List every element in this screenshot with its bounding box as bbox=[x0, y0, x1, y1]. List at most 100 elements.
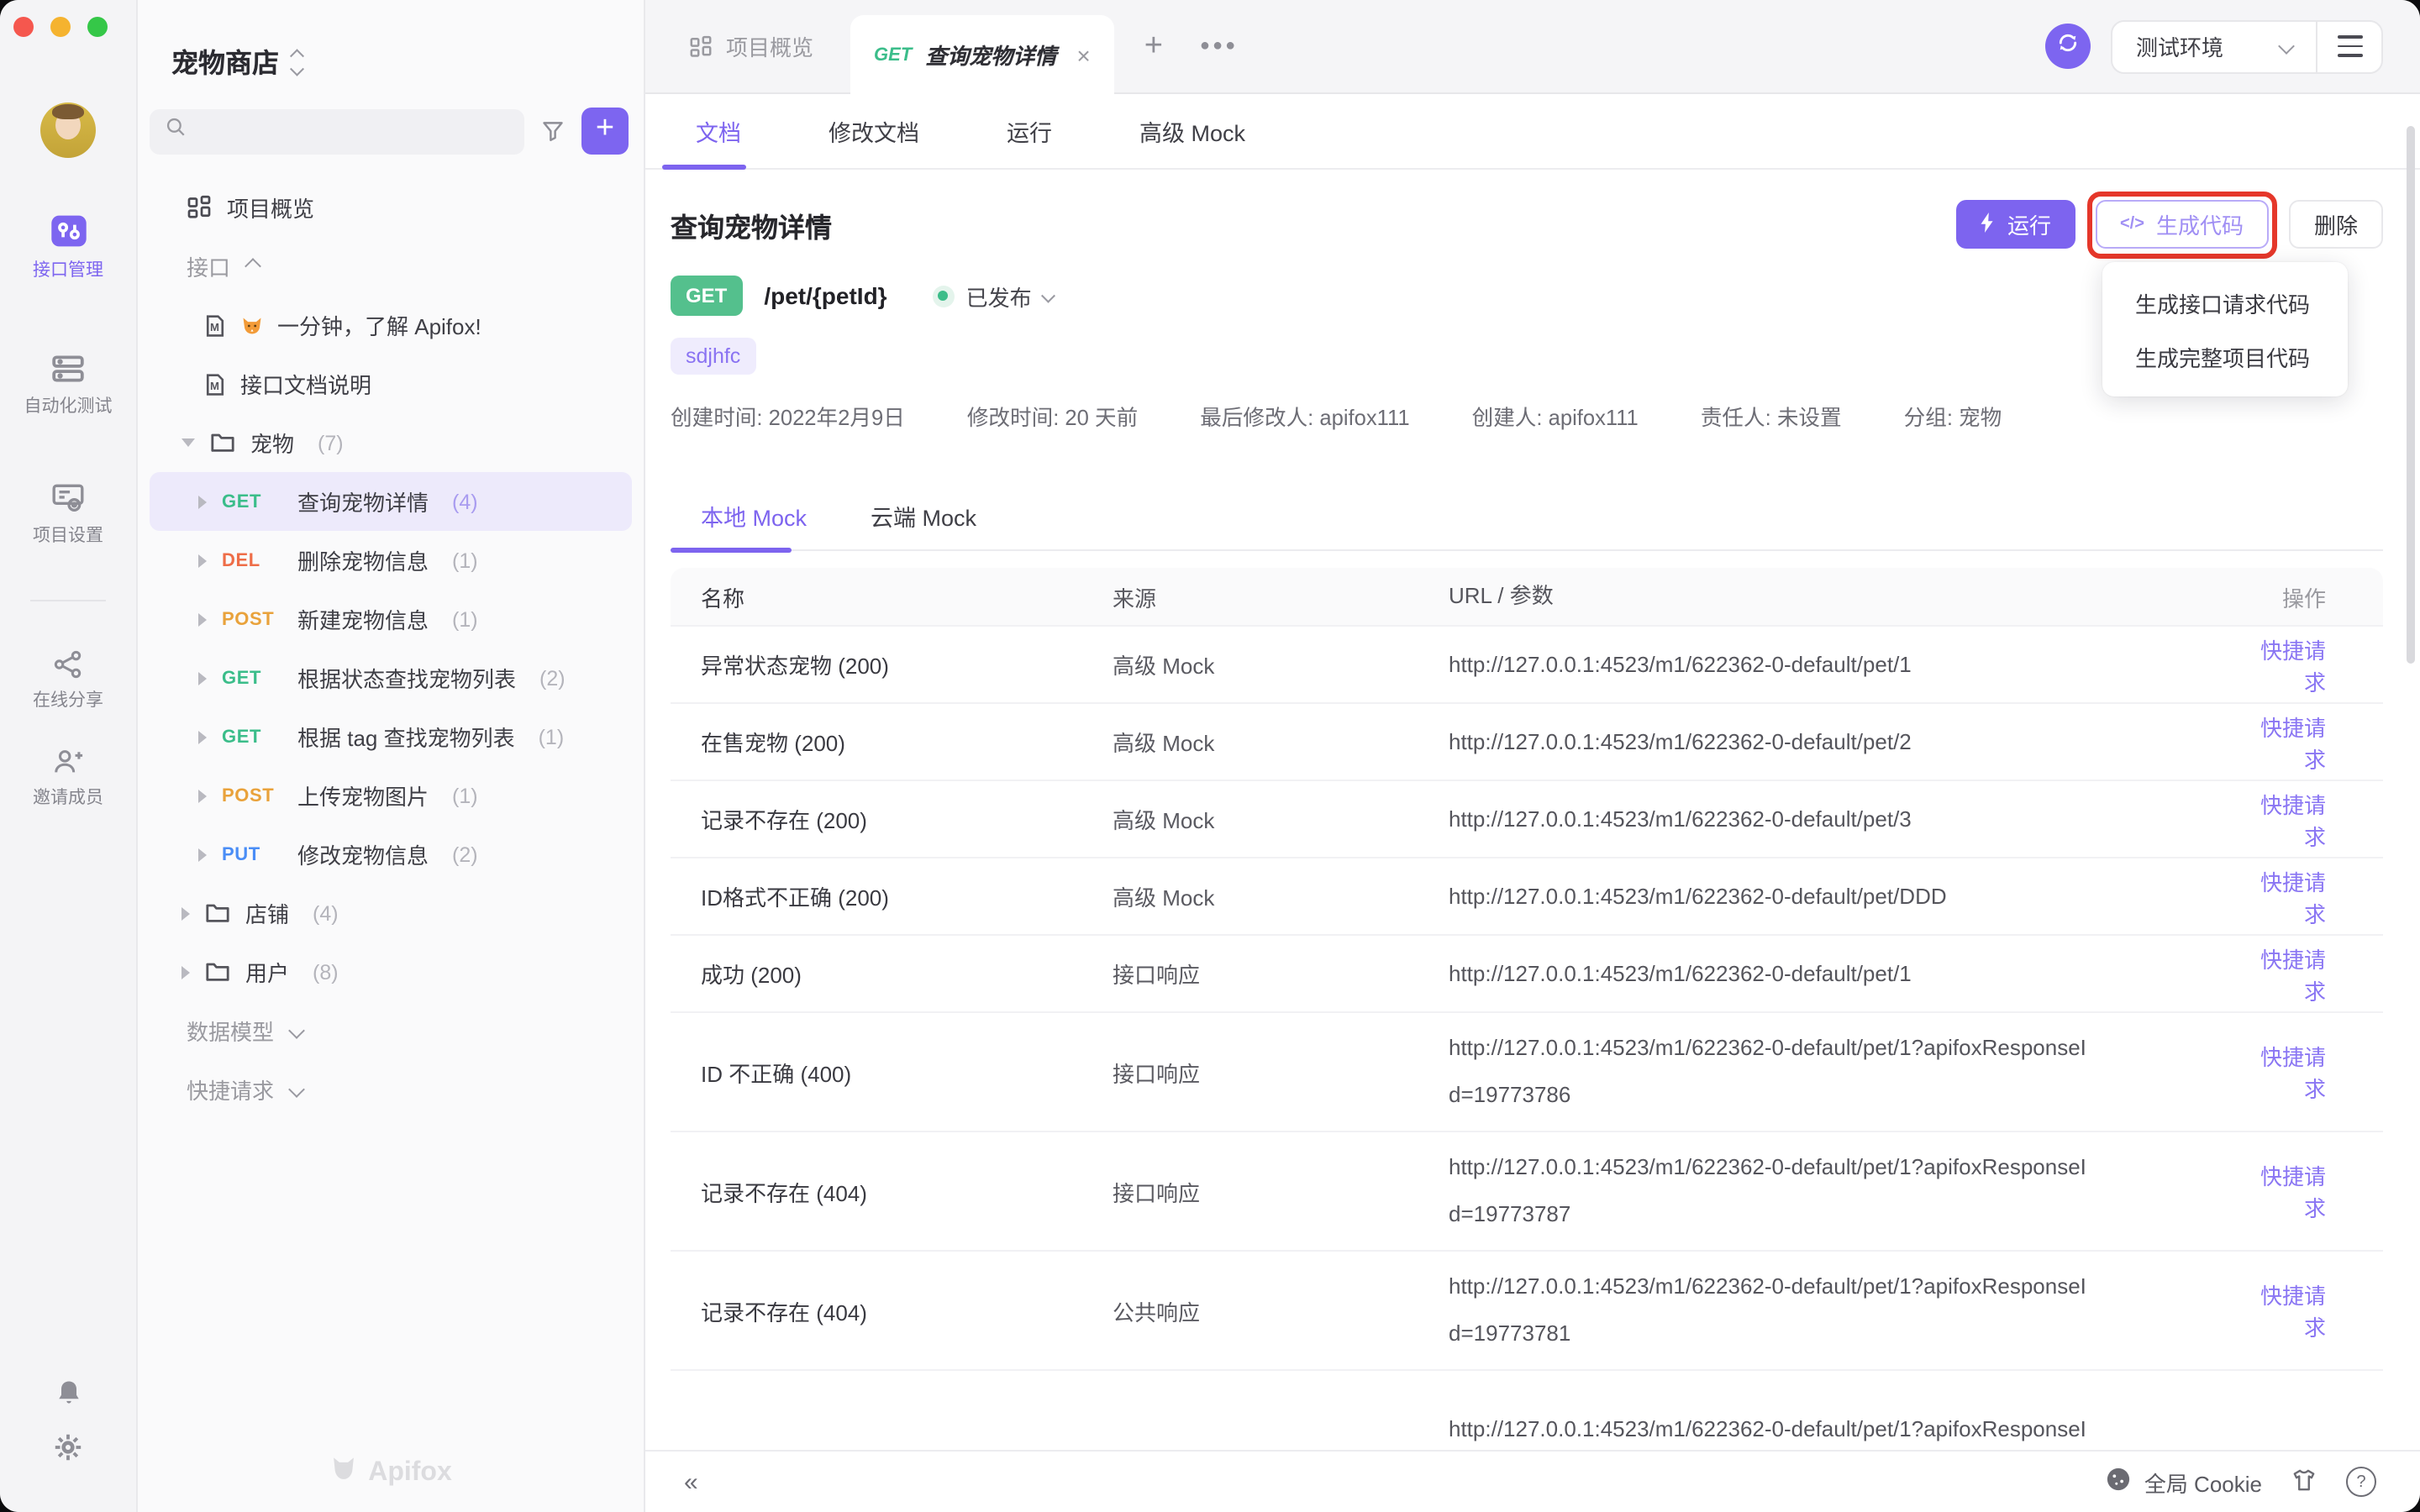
rail-item-label: 项目设置 bbox=[33, 522, 103, 548]
tag-pill[interactable]: sdjhfc bbox=[671, 338, 755, 375]
method-badge: DEL bbox=[222, 550, 289, 570]
delete-button[interactable]: 删除 bbox=[2289, 200, 2383, 249]
chevron-down-icon[interactable] bbox=[182, 438, 195, 447]
chevron-right-icon[interactable] bbox=[198, 730, 207, 743]
sidebar-folder-shop[interactable]: 店铺 (4) bbox=[150, 884, 632, 942]
tab-cloud-mock[interactable]: 云端 Mock bbox=[871, 499, 976, 549]
mock-source: 高级 Mock bbox=[1113, 880, 1449, 912]
col-name: 名称 bbox=[671, 580, 1113, 612]
tab-local-mock[interactable]: 本地 Mock bbox=[701, 499, 807, 549]
menu-button[interactable] bbox=[2317, 36, 2381, 57]
chevron-right-icon[interactable] bbox=[198, 789, 207, 802]
project-switch-icon bbox=[292, 51, 302, 73]
sidebar-endpoint[interactable]: GET 根据状态查找宠物列表 (2) bbox=[150, 648, 632, 707]
rail-item-invite[interactable]: 邀请成员 bbox=[0, 746, 136, 810]
menu-item-generate-project-code[interactable]: 生成完整项目代码 bbox=[2102, 329, 2347, 383]
help-icon[interactable]: ? bbox=[2346, 1467, 2376, 1497]
new-tab-button[interactable]: + bbox=[1144, 28, 1163, 65]
chevron-right-icon[interactable] bbox=[198, 495, 207, 508]
rail-item-share[interactable]: 在线分享 bbox=[0, 648, 136, 712]
global-cookie-button[interactable]: 全局 Cookie bbox=[2106, 1466, 2262, 1498]
settings-button[interactable] bbox=[0, 1431, 136, 1463]
sidebar-endpoint[interactable]: DEL 删除宠物信息 (1) bbox=[150, 531, 632, 590]
mock-tabs: 本地 Mock 云端 Mock bbox=[671, 499, 2383, 551]
folder-name: 店铺 bbox=[245, 897, 289, 929]
tab-docs[interactable]: 文档 bbox=[686, 114, 751, 148]
folder-name: 用户 bbox=[245, 956, 289, 988]
folder-count: (8) bbox=[313, 960, 339, 984]
rail-item-project-settings[interactable]: 项目设置 bbox=[0, 480, 136, 548]
tab-run[interactable]: 运行 bbox=[997, 114, 1062, 148]
sidebar-section-api[interactable]: 接口 bbox=[150, 237, 632, 296]
sidebar-endpoint[interactable]: POST 上传宠物图片 (1) bbox=[150, 766, 632, 825]
quick-request-link[interactable]: 快捷请求 bbox=[2260, 1164, 2326, 1221]
chevron-down-icon bbox=[2278, 38, 2295, 55]
notifications-button[interactable] bbox=[0, 1378, 136, 1408]
chevron-right-icon[interactable] bbox=[182, 906, 190, 920]
project-switcher[interactable]: 宠物商店 bbox=[138, 0, 644, 81]
quick-request-link[interactable]: 快捷请求 bbox=[2260, 638, 2326, 695]
search-input[interactable] bbox=[197, 117, 509, 145]
mock-name: 成功 (200) bbox=[671, 958, 1113, 990]
menu-item-generate-request-code[interactable]: 生成接口请求代码 bbox=[2102, 276, 2347, 329]
run-button[interactable]: 运行 bbox=[1957, 200, 2075, 249]
rail-divider bbox=[30, 600, 106, 601]
tab-project-overview[interactable]: 项目概览 bbox=[645, 30, 850, 62]
mock-table-row: ID 不正确 (400) 接口响应 http://127.0.0.1:4523/… bbox=[671, 1011, 2383, 1131]
sidebar-item-overview[interactable]: 项目概览 bbox=[150, 178, 632, 237]
quick-request-link[interactable]: 快捷请求 bbox=[2260, 947, 2326, 1004]
search-box[interactable] bbox=[150, 108, 524, 154]
cookie-icon bbox=[2106, 1467, 2131, 1497]
tab-edit-docs[interactable]: 修改文档 bbox=[818, 114, 929, 148]
quick-request-link[interactable]: 快捷请求 bbox=[2260, 1284, 2326, 1341]
sidebar-folder-user[interactable]: 用户 (8) bbox=[150, 942, 632, 1001]
more-tabs-icon[interactable]: ●●● bbox=[1200, 37, 1238, 55]
meta-owner: 责任人: 未设置 bbox=[1701, 400, 1842, 432]
chevron-right-icon[interactable] bbox=[198, 554, 207, 567]
tab-active-endpoint[interactable]: GET 查询宠物详情 × bbox=[850, 15, 1114, 94]
sidebar-doc-item[interactable]: M 接口文档说明 bbox=[150, 354, 632, 413]
window-minimize-button[interactable] bbox=[50, 17, 71, 37]
invite-member-icon bbox=[52, 746, 84, 778]
avatar[interactable] bbox=[40, 102, 96, 158]
mock-name: 记录不存在 (404) bbox=[671, 1175, 1113, 1207]
markdown-doc-icon: M bbox=[203, 372, 227, 396]
sidebar-endpoint[interactable]: GET 根据 tag 查找宠物列表 (1) bbox=[150, 707, 632, 766]
close-icon[interactable]: × bbox=[1076, 41, 1090, 68]
filter-icon[interactable] bbox=[541, 119, 565, 143]
environment-selector[interactable]: 测试环境 bbox=[2112, 30, 2316, 62]
tab-advanced-mock[interactable]: 高级 Mock bbox=[1129, 114, 1255, 148]
theme-icon[interactable] bbox=[2291, 1466, 2317, 1498]
col-url: URL / 参数 bbox=[1449, 573, 2255, 620]
scrollbar[interactable] bbox=[2407, 126, 2415, 664]
svg-text:M: M bbox=[210, 379, 219, 391]
chevron-right-icon[interactable] bbox=[182, 965, 190, 979]
quick-request-link[interactable]: 快捷请求 bbox=[2260, 792, 2326, 849]
sidebar-section-quick-requests[interactable]: 快捷请求 bbox=[150, 1060, 632, 1119]
meta-modified: 修改时间: 20 天前 bbox=[967, 400, 1138, 432]
window-close-button[interactable] bbox=[13, 17, 34, 37]
publish-status[interactable]: 已发布 bbox=[933, 280, 1053, 312]
generate-code-button[interactable]: </> 生成代码 bbox=[2095, 200, 2269, 249]
main-area: 项目概览 GET 查询宠物详情 × + ●●● 测试环境 bbox=[645, 0, 2420, 1512]
sidebar-endpoint[interactable]: PUT 修改宠物信息 (2) bbox=[150, 825, 632, 884]
chevron-right-icon[interactable] bbox=[198, 848, 207, 861]
sidebar-folder-pet[interactable]: 宠物 (7) bbox=[150, 413, 632, 472]
chevron-right-icon[interactable] bbox=[198, 671, 207, 685]
sidebar-endpoint-selected[interactable]: GET 查询宠物详情 (4) bbox=[150, 472, 632, 531]
add-button[interactable]: + bbox=[581, 108, 629, 155]
quick-request-link[interactable]: 快捷请求 bbox=[2260, 869, 2326, 927]
sidebar-doc-item[interactable]: M 一分钟，了解 Apifox! bbox=[150, 296, 632, 354]
method-badge: POST bbox=[222, 785, 289, 806]
collapse-sidebar-button[interactable]: « bbox=[684, 1467, 698, 1496]
sidebar-section-models[interactable]: 数据模型 bbox=[150, 1001, 632, 1060]
chevron-right-icon[interactable] bbox=[198, 612, 207, 626]
window-zoom-button[interactable] bbox=[87, 17, 108, 37]
sync-button[interactable] bbox=[2045, 24, 2091, 69]
rail-item-automation[interactable]: 自动化测试 bbox=[0, 351, 136, 418]
apifox-logo-icon bbox=[329, 1455, 358, 1492]
rail-item-api-management[interactable]: 接口管理 bbox=[0, 212, 136, 282]
quick-request-link[interactable]: 快捷请求 bbox=[2260, 715, 2326, 772]
sidebar-endpoint[interactable]: POST 新建宠物信息 (1) bbox=[150, 590, 632, 648]
quick-request-link[interactable]: 快捷请求 bbox=[2260, 1045, 2326, 1102]
